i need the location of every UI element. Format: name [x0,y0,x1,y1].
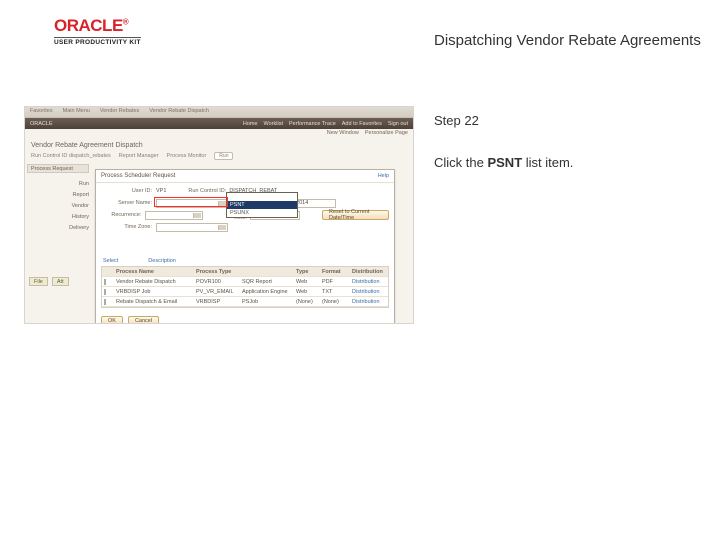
user-id-value: VP1 [156,188,166,194]
col-format: Format [320,269,350,275]
row-dist-link[interactable]: Distribution [350,279,388,285]
brand-text: ORACLE [54,16,123,35]
row-name: Rebate Dispatch & Email [114,299,194,305]
table-row: Rebate Dispatch & Email VRBDISP PSJob (N… [102,297,388,307]
sub-bar: New Window Personalize Page [25,129,413,139]
row-ptype: PV_VR_EMAIL [194,289,240,295]
time-zone-label: Time Zone: [101,224,156,230]
file-tab[interactable]: Att [52,277,69,286]
instr-prefix: Click the [434,155,487,170]
app-screenshot: Favorites Main Menu Vendor Rebates Vendo… [24,106,414,324]
file-tabs: File Att [29,277,69,286]
row-format[interactable]: TXT [320,289,350,295]
brand-link[interactable]: Home [243,121,258,127]
panel-tab: Process Request [27,164,89,173]
table-row: VRBDISP Job PV_VR_EMAIL Application Engi… [102,287,388,297]
subbar-link[interactable]: New Window [327,130,359,138]
row-dist-link[interactable]: Distribution [350,289,388,295]
server-name-label: Server Name: [101,200,156,206]
row-format[interactable]: (None) [320,299,350,305]
process-monitor-link[interactable]: Process Monitor [167,153,207,159]
row-checkbox[interactable] [104,279,106,285]
brand-bar-logo: ORACLE [30,121,53,127]
col-process-type: Process Type [194,269,240,275]
run-cntl-label: Run Control ID: [188,188,229,194]
oracle-logo: ORACLE® USER PRODUCTIVITY KIT [54,16,141,46]
step-number: Step 22 [434,113,479,128]
row-proc: PSJob [240,299,294,305]
row-type[interactable]: Web [294,279,320,285]
help-link[interactable]: Help [378,173,389,179]
recurrence-label: Recurrence: [101,212,145,218]
brand-bar: ORACLE Home Worklist Performance Trace A… [25,118,413,129]
server-name-dropdown[interactable] [156,199,228,208]
upk-subtitle: USER PRODUCTIVITY KIT [54,37,141,46]
dropdown-option-psunx[interactable]: PSUNX [227,209,297,217]
row-ptype: POVR100 [194,279,240,285]
nav-item[interactable]: Favorites [30,108,53,116]
run-control-text: Run Control ID dispatch_rebates [31,153,111,159]
page-title: Dispatching Vendor Rebate Agreements [434,32,701,49]
ok-button[interactable]: OK [101,316,123,324]
process-list-table: Process Name Process Type Type Format Di… [101,266,389,308]
bg-label: Report [29,190,89,201]
time-zone-dropdown[interactable] [156,223,228,232]
bg-label: Vendor [29,201,89,212]
col-type: Type [294,269,320,275]
nav-item[interactable]: Vendor Rebate Dispatch [149,108,209,116]
process-scheduler-dialog: Process Scheduler Request Help User ID: … [95,169,395,324]
nav-item[interactable]: Main Menu [63,108,90,116]
row-format[interactable]: PDF [320,279,350,285]
run-control-line: Run Control ID dispatch_rebates Report M… [25,152,413,162]
step-instruction: Click the PSNT list item. [434,155,573,170]
col-dist: Distribution [350,269,388,275]
bg-label: History [29,212,89,223]
dropdown-option-blank[interactable] [227,193,297,201]
dialog-title: Process Scheduler Request [101,173,175,179]
brand-link[interactable]: Sign out [388,121,408,127]
user-id-label: User ID: [101,188,156,194]
subbar-link[interactable]: Personalize Page [365,130,408,138]
bg-form-labels: Run Report Vendor History Delivery [29,179,89,234]
cancel-button[interactable]: Cancel [128,316,159,324]
row-type[interactable]: Web [294,289,320,295]
row-dist-link[interactable]: Distribution [350,299,388,305]
server-name-dropdown-open[interactable]: PSNT PSUNX [226,192,298,218]
plist-desc-link[interactable]: Description [148,258,176,264]
row-checkbox[interactable] [104,299,106,305]
row-checkbox[interactable] [104,289,106,295]
row-proc: SQR Report [240,279,294,285]
dropdown-option-psnt[interactable]: PSNT [227,201,297,209]
instr-suffix: list item. [522,155,573,170]
col-process-name: Process Name [114,269,194,275]
row-name: Vendor Rebate Dispatch [114,279,194,285]
table-row: Vendor Rebate Dispatch POVR100 SQR Repor… [102,277,388,287]
row-ptype: VRBDISP [194,299,240,305]
nav-item[interactable]: Vendor Rebates [100,108,139,116]
bg-label: Run [29,179,89,190]
row-type[interactable]: (None) [294,299,320,305]
brand-link[interactable]: Add to Favorites [342,121,382,127]
row-name: VRBDISP Job [114,289,194,295]
breadcrumb-nav: Favorites Main Menu Vendor Rebates Vendo… [25,107,413,118]
instr-bold: PSNT [487,155,522,170]
brand-link[interactable]: Performance Trace [289,121,336,127]
file-tab[interactable]: File [29,277,48,286]
run-button[interactable]: Run [214,152,233,160]
brand-link[interactable]: Worklist [264,121,283,127]
row-proc: Application Engine [240,289,294,295]
plist-select-link[interactable]: Select [103,258,118,264]
bg-label: Delivery [29,223,89,234]
recurrence-dropdown[interactable] [145,211,203,220]
report-manager-link[interactable]: Report Manager [119,153,159,159]
reset-time-button[interactable]: Reset to Current Date/Time [322,210,389,220]
app-page-title: Vendor Rebate Agreement Dispatch [25,139,413,152]
